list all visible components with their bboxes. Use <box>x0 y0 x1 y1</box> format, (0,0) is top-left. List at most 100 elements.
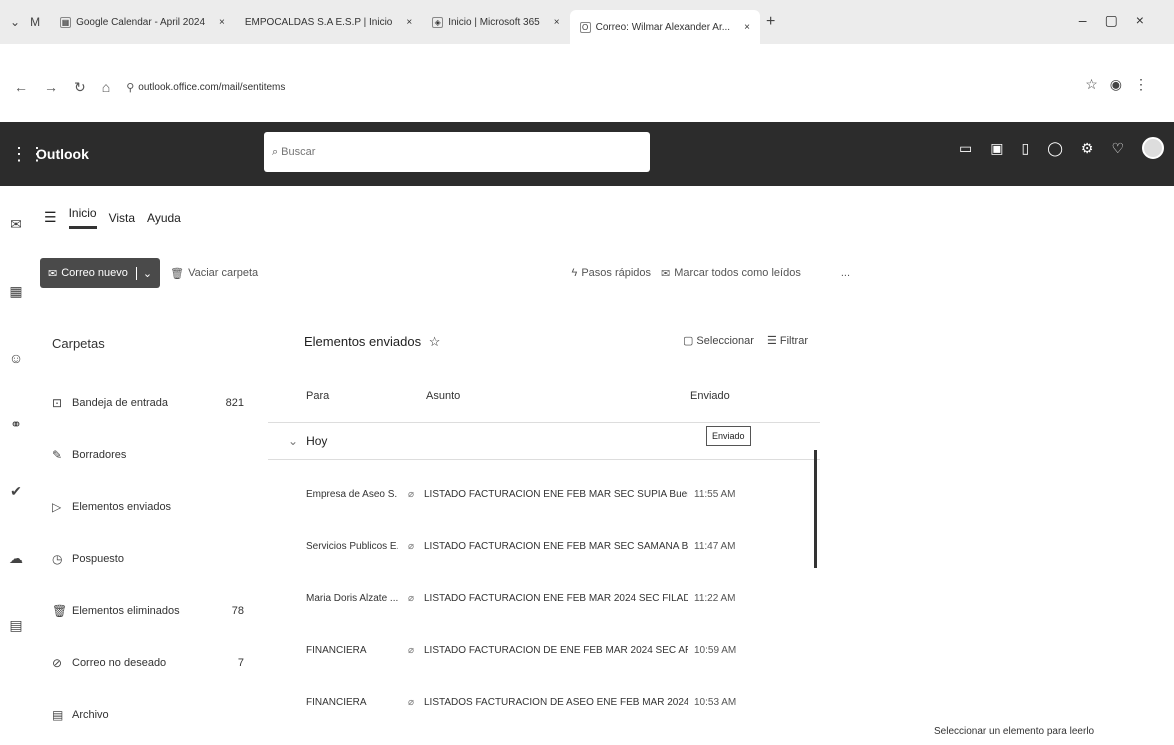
tips-icon[interactable]: ♡ <box>1111 140 1124 159</box>
message-subject: LISTADO FACTURACION ENE FEB MAR 2024 SEC… <box>424 592 688 604</box>
archive-icon: ▤ <box>52 708 64 722</box>
tab-label: Inicio | Microsoft 365 <box>448 16 540 28</box>
attachment-icon: ⌀ <box>407 592 415 604</box>
attachment-icon: ⌀ <box>407 540 415 552</box>
folder-label: Bandeja de entrada <box>72 397 169 409</box>
folder-item[interactable]: ▤ Archivo <box>52 689 264 741</box>
mark-all-read-label: Marcar todos como leídos <box>674 267 801 279</box>
chevron-down-icon[interactable]: ⌄ <box>135 266 152 280</box>
url-field[interactable]: outlook.office.com/mail/sentitems <box>138 82 285 93</box>
app-launcher-icon[interactable]: ⋮⋮ <box>10 144 46 165</box>
site-settings-icon[interactable]: ⚲ <box>126 81 134 94</box>
bell-icon[interactable]: ◯ <box>1047 140 1063 159</box>
close-tab-icon[interactable]: × <box>744 22 750 33</box>
clock-icon: ◷ <box>52 552 63 566</box>
tab-label: EMPOCALDAS S.A E.S.P | Inicio <box>244 16 393 28</box>
message-recipient: FINANCIERA <box>306 644 367 656</box>
folder-item[interactable]: 🗑 Elementos eliminados 78 <box>52 585 264 637</box>
folder-label: Pospuesto <box>72 553 124 565</box>
empty-folder-button[interactable]: 🗑 Vaciar carpeta <box>170 267 258 280</box>
column-subject[interactable]: Asunto <box>398 390 690 420</box>
close-tab-icon[interactable]: × <box>406 17 412 28</box>
select-button[interactable]: ▢ Seleccionar <box>683 335 754 347</box>
back-icon[interactable]: ← <box>14 79 28 95</box>
todo-icon[interactable]: ✔ <box>10 483 22 500</box>
tab-list-chevron-icon[interactable]: ⌄ <box>10 15 20 29</box>
folder-item[interactable]: ✎ Borradores <box>52 429 264 481</box>
filter-button[interactable]: ☰ Filtrar <box>767 335 808 347</box>
empty-folder-label: Vaciar carpeta <box>188 267 259 279</box>
hamburger-icon[interactable]: ☰ <box>44 209 57 226</box>
folder-count: 821 <box>225 397 244 409</box>
folder-item[interactable]: ▷ Elementos enviados <box>52 481 264 533</box>
more-options-button[interactable]: ... <box>841 267 850 279</box>
message-time: 10:59 AM <box>694 644 737 656</box>
onedrive-icon[interactable]: ☁ <box>9 550 23 567</box>
group-label: Hoy <box>306 434 328 448</box>
folders-header[interactable]: Carpetas <box>52 336 264 351</box>
message-time: 11:22 AM <box>694 592 736 604</box>
message-row[interactable]: Empresa de Aseo S... ⌀ LISTADO FACTURACION… <box>268 474 820 514</box>
folder-item[interactable]: ⊡ Bandeja de entrada 821 <box>52 377 264 429</box>
meet-now-icon[interactable]: ▭ <box>959 140 972 159</box>
outlook-favicon-icon: O <box>579 21 591 33</box>
window-controls[interactable]: –▢× <box>1079 12 1162 29</box>
forward-icon[interactable]: → <box>44 79 58 95</box>
close-tab-icon[interactable]: × <box>219 17 225 28</box>
tab-inicio[interactable]: Inicio <box>68 206 97 229</box>
column-sent[interactable]: Enviado <box>690 390 730 420</box>
gear-icon[interactable]: ⚙ <box>1081 140 1094 159</box>
avatar[interactable] <box>1142 137 1164 159</box>
tab-label: Correo: Wilmar Alexander Ar... <box>595 21 731 33</box>
apps-icon[interactable]: ▤ <box>9 617 22 634</box>
tab-outlook-mail[interactable]: O Correo: Wilmar Alexander Ar... × <box>569 10 760 44</box>
new-tab-icon[interactable]: + <box>766 13 775 31</box>
groups-icon[interactable]: ⚭ <box>10 416 22 433</box>
message-row[interactable]: FINANCIERA ⌀ LISTADO FACTURACION DE ENE FE… <box>268 630 820 670</box>
search-icon: ⌕ <box>272 145 279 158</box>
notes-icon[interactable]: ▯ <box>1021 140 1029 159</box>
list-title: Elementos enviados <box>304 334 422 349</box>
tab-google-calendar[interactable]: ▦ Google Calendar - April 2024 × <box>50 7 235 37</box>
favorite-star-icon[interactable]: ☆ <box>429 334 441 349</box>
browser-tab-bar: ⌄ M ▦ Google Calendar - April 2024 × EMP… <box>0 0 1174 44</box>
message-row[interactable]: FINANCIERA ⌀ LISTADOS FACTURACION DE ASEO … <box>268 682 820 722</box>
search-input[interactable] <box>281 146 612 158</box>
send-icon: ▷ <box>52 500 62 514</box>
column-to[interactable]: Para <box>268 390 398 420</box>
folder-item[interactable]: ◷ Pospuesto <box>52 533 264 585</box>
mail-icon[interactable]: ✉ <box>10 216 22 233</box>
envelope-open-icon: ✉ <box>661 267 671 280</box>
message-recipient: Empresa de Aseo S... <box>306 488 398 500</box>
calendar-icon[interactable]: ▦ <box>9 283 22 300</box>
tab-empocaldas[interactable]: EMPOCALDAS S.A E.S.P | Inicio × <box>235 7 422 37</box>
ribbon-toolbar: ✉ Correo nuevo ⌄ 🗑 Vaciar carpeta ϟ Paso… <box>40 256 1020 290</box>
tab-microsoft-365[interactable]: ◈ Inicio | Microsoft 365 × <box>422 7 569 37</box>
folder-label: Correo no deseado <box>72 657 167 669</box>
new-mail-button[interactable]: ✉ Correo nuevo ⌄ <box>40 258 161 288</box>
quick-steps-button[interactable]: ϟ Pasos rápidos <box>572 267 652 279</box>
tab-ayuda[interactable]: Ayuda <box>147 211 181 225</box>
message-time: 11:55 AM <box>694 488 736 500</box>
search-box[interactable]: ⌕ <box>264 132 650 172</box>
gmail-pinned-tab[interactable]: M <box>30 15 40 29</box>
mark-all-read-button[interactable]: ✉ Marcar todos como leídos <box>661 267 801 280</box>
message-row[interactable]: Maria Doris Alzate ... ⌀ LISTADO FACTURACI… <box>268 578 820 618</box>
browser-actions[interactable]: ☆◉⋮ <box>1085 76 1160 93</box>
close-tab-icon[interactable]: × <box>554 17 560 28</box>
people-icon[interactable]: ☺ <box>9 350 23 366</box>
folder-item[interactable]: ⊘ Correo no deseado 7 <box>52 637 264 689</box>
new-mail-label: Correo nuevo <box>61 267 128 279</box>
tab-vista[interactable]: Vista <box>109 211 135 225</box>
junk-icon: ⊘ <box>52 656 63 670</box>
reload-icon[interactable]: ↻ <box>74 79 86 96</box>
lightning-icon: ϟ <box>571 267 578 279</box>
chevron-down-icon[interactable]: ⌄ <box>288 434 298 448</box>
address-bar: ← → ↻ ⌂ ⚲ outlook.office.com/mail/sentit… <box>0 70 1174 104</box>
teams-icon[interactable]: ▣ <box>990 140 1003 159</box>
message-recipient: FINANCIERA <box>306 696 367 708</box>
select-label: Seleccionar <box>696 335 754 347</box>
home-icon[interactable]: ⌂ <box>102 79 110 95</box>
message-row[interactable]: Servicios Publicos E... ⌀ LISTADO FACTURAC… <box>268 526 820 566</box>
tab-label: Google Calendar - April 2024 <box>76 16 206 28</box>
